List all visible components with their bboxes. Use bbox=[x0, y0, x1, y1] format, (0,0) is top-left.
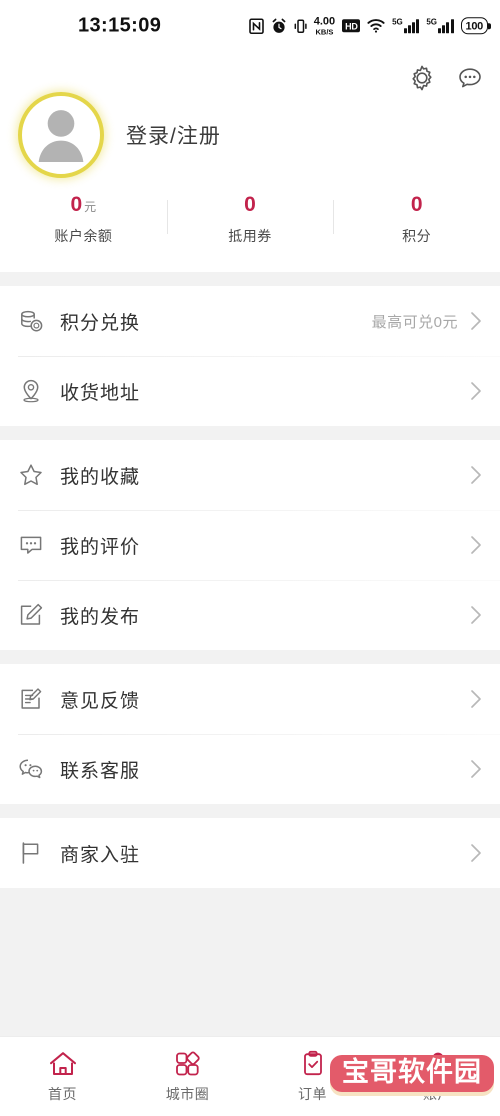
vibrate-icon bbox=[294, 18, 307, 34]
tab-orders[interactable]: 订单 bbox=[250, 1037, 375, 1116]
battery-icon: 100 bbox=[460, 17, 492, 35]
home-icon bbox=[48, 1050, 78, 1078]
menu-group-account: 积分兑换 最高可兑0元 收货地址 bbox=[0, 286, 500, 426]
menu-group-support: 意见反馈 联系客服 bbox=[0, 664, 500, 804]
section-divider bbox=[0, 272, 500, 286]
stat-points[interactable]: 0 积分 bbox=[333, 194, 500, 246]
menu-item-shipping-address[interactable]: 收货地址 bbox=[0, 356, 500, 426]
grid-shapes-icon bbox=[173, 1050, 203, 1078]
tab-label: 首页 bbox=[48, 1085, 77, 1102]
stat-unit: 元 bbox=[84, 200, 97, 214]
stat-account-balance[interactable]: 0元 账户余额 bbox=[0, 194, 167, 246]
menu-item-points-exchange[interactable]: 积分兑换 最高可兑0元 bbox=[0, 286, 500, 356]
sim1-signal-bars bbox=[403, 19, 420, 33]
tab-label: 订单 bbox=[298, 1085, 327, 1102]
tab-home[interactable]: 首页 bbox=[0, 1037, 125, 1116]
section-divider bbox=[0, 426, 500, 440]
sim2-network-label: 5G bbox=[426, 17, 437, 26]
page-content: 登录/注册 0元 账户余额 0 抵用券 0 积分 积分兑换 最高可兑0元 收货地… bbox=[0, 52, 500, 1036]
menu-item-label: 意见反馈 bbox=[60, 690, 141, 712]
section-divider bbox=[0, 804, 500, 818]
tab-label: 城市圈 bbox=[165, 1085, 210, 1102]
user-avatar-placeholder bbox=[38, 110, 84, 163]
chevron-right-icon bbox=[470, 605, 482, 625]
star-icon bbox=[18, 462, 52, 488]
menu-item-my-reviews[interactable]: 我的评价 bbox=[0, 510, 500, 580]
status-bar: 13:15:09 4.00 KB/S HD 5G 5G 100 bbox=[0, 0, 500, 52]
signal-5g-icon: 5G bbox=[392, 17, 420, 33]
status-bar-icons: 4.00 KB/S HD 5G 5G 100 bbox=[248, 16, 492, 36]
sim2-signal-bars bbox=[437, 19, 454, 33]
tab-account[interactable]: 账户 bbox=[375, 1037, 500, 1116]
stat-label: 积分 bbox=[402, 228, 432, 244]
chevron-right-icon bbox=[470, 535, 482, 555]
chevron-right-icon bbox=[470, 843, 482, 863]
account-stats: 0元 账户余额 0 抵用券 0 积分 bbox=[0, 178, 500, 272]
coins-exchange-icon bbox=[18, 308, 52, 334]
network-speed-value: 4.00 bbox=[313, 15, 336, 28]
edit-square-icon bbox=[18, 602, 52, 628]
alarm-icon bbox=[271, 18, 287, 34]
phone-screen: 13:15:09 4.00 KB/S HD 5G 5G 100 登录/注册 0 … bbox=[0, 0, 500, 1116]
profile-header: 登录/注册 0元 账户余额 0 抵用券 0 积分 bbox=[0, 52, 500, 272]
chevron-right-icon bbox=[470, 759, 482, 779]
menu-item-merchant-onboarding[interactable]: 商家入驻 bbox=[0, 818, 500, 888]
chevron-right-icon bbox=[470, 311, 482, 331]
network-speed-unit: KB/S bbox=[315, 27, 334, 37]
nfc-icon bbox=[248, 18, 264, 34]
menu-item-label: 我的发布 bbox=[60, 606, 141, 628]
comment-icon bbox=[18, 532, 52, 558]
menu-item-my-favorites[interactable]: 我的收藏 bbox=[0, 440, 500, 510]
chevron-right-icon bbox=[470, 689, 482, 709]
feedback-note-icon bbox=[18, 686, 52, 712]
chevron-right-icon bbox=[470, 381, 482, 401]
stat-value: 0 bbox=[244, 193, 256, 216]
network-speed-indicator: 4.00 KB/S bbox=[314, 16, 335, 36]
stat-label: 抵用券 bbox=[228, 228, 272, 244]
chat-bubble-icon[interactable] bbox=[456, 64, 484, 92]
menu-item-label: 联系客服 bbox=[60, 760, 141, 782]
menu-item-label: 商家入驻 bbox=[60, 844, 141, 866]
login-register-label[interactable]: 登录/注册 bbox=[126, 120, 221, 150]
battery-level: 100 bbox=[465, 20, 484, 32]
status-bar-clock: 13:15:09 bbox=[78, 14, 162, 37]
wifi-icon bbox=[367, 19, 385, 34]
menu-item-label: 收货地址 bbox=[60, 382, 141, 404]
stat-label: 账户余额 bbox=[54, 228, 113, 244]
signal-5g-icon-2: 5G bbox=[426, 17, 454, 33]
clipboard-check-icon bbox=[298, 1050, 328, 1078]
location-pin-icon bbox=[18, 378, 52, 404]
flag-icon bbox=[18, 840, 52, 866]
menu-item-my-posts[interactable]: 我的发布 bbox=[0, 580, 500, 650]
stat-voucher[interactable]: 0 抵用券 bbox=[166, 193, 334, 246]
hd-icon: HD bbox=[342, 19, 361, 33]
menu-item-feedback[interactable]: 意见反馈 bbox=[0, 664, 500, 734]
menu-group-merchant: 商家入驻 bbox=[0, 818, 500, 888]
person-icon bbox=[423, 1050, 453, 1078]
bottom-navigation: 首页 城市圈 订单 账户 宝哥软件园 bbox=[0, 1036, 500, 1116]
wechat-icon bbox=[18, 756, 52, 782]
gear-icon[interactable] bbox=[408, 64, 436, 92]
tab-label: 账户 bbox=[423, 1085, 452, 1102]
menu-item-label: 我的收藏 bbox=[60, 466, 141, 488]
stat-value: 0 bbox=[410, 193, 423, 216]
page-filler bbox=[0, 888, 500, 1028]
sim1-network-label: 5G bbox=[392, 17, 403, 26]
header-actions bbox=[408, 64, 484, 92]
menu-item-extra: 最高可兑0元 bbox=[371, 313, 458, 331]
section-divider bbox=[0, 650, 500, 664]
menu-item-label: 我的评价 bbox=[60, 536, 141, 558]
menu-item-label: 积分兑换 bbox=[60, 312, 141, 334]
stat-value: 0元 bbox=[70, 193, 97, 216]
chevron-right-icon bbox=[470, 465, 482, 485]
menu-group-personal: 我的收藏 我的评价 我的发布 bbox=[0, 440, 500, 650]
menu-item-contact-support[interactable]: 联系客服 bbox=[0, 734, 500, 804]
tab-city-circle[interactable]: 城市圈 bbox=[125, 1037, 250, 1116]
avatar[interactable] bbox=[18, 92, 104, 178]
